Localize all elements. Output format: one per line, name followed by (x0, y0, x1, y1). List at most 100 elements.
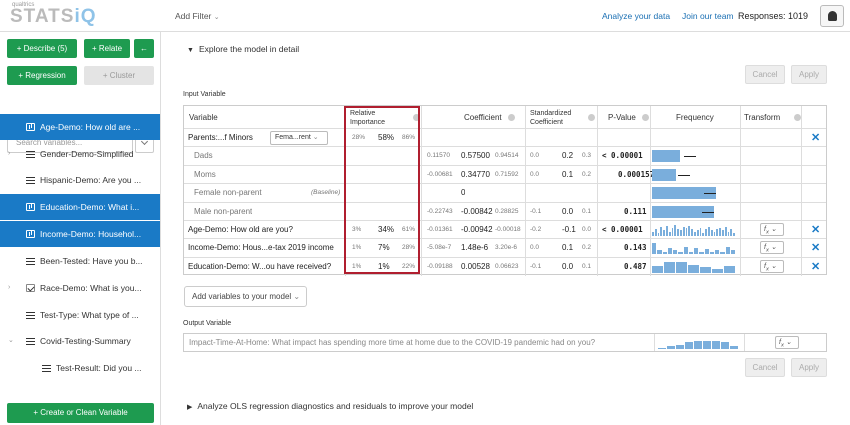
frequency-histogram-bar (678, 252, 683, 254)
frequency-histogram-bar (667, 248, 672, 254)
frequency-histogram-bar (652, 266, 663, 273)
column-header-transform: Transform (744, 113, 781, 122)
category-select-dropdown[interactable]: Fema...rent ⌄ (270, 131, 328, 145)
frequency-histogram-bar (708, 227, 710, 236)
p-value: < 0.00001 (602, 151, 643, 160)
p-value: 0.143 (624, 243, 647, 252)
cluster-button-label: Cluster (109, 71, 136, 80)
frequency-histogram-bar (652, 243, 657, 254)
column-header-variable: Variable (189, 113, 218, 122)
std-coefficient-value: 0.0 (562, 207, 574, 216)
table-row: Income-Demo: Hous...e-tax 2019 income 1% 7… (184, 238, 826, 256)
list-icon (26, 257, 35, 265)
diagnostics-toggle[interactable]: ▶ Analyze OLS regression diagnostics and … (187, 401, 473, 411)
p-value: 0.487 (624, 262, 647, 271)
sidebar-variable-item[interactable]: › Race-Demo: What is you... (0, 275, 160, 301)
table-row: Moms -0.00681 0.34770 0.71592 0.0 0.1 0.2 0.000… (184, 165, 826, 183)
row-variable-name: Male non-parent (194, 207, 253, 216)
sidebar-variable-item[interactable]: Hispanic-Demo: Are you ... (0, 167, 160, 193)
transform-fx-dropdown[interactable]: fx ⌄ (775, 336, 799, 349)
std-coefficient-upper-bound: 0.2 (582, 244, 592, 251)
frequency-histogram-bar (705, 229, 707, 236)
analyze-your-data-link[interactable]: Analyze your data (602, 11, 670, 21)
sidebar-variable-item[interactable]: › Gender-Demo-Simplified (0, 141, 160, 167)
cancel-button[interactable]: Cancel (745, 65, 785, 84)
column-divider (654, 334, 655, 351)
chevron-right-icon[interactable]: › (8, 141, 10, 167)
info-icon[interactable] (413, 114, 420, 121)
std-coefficient-lower-bound: 0.0 (530, 171, 540, 178)
sidebar-variable-item[interactable]: Test-Type: What type of ... (0, 302, 160, 328)
std-coefficient-lower-bound: 0.0 (530, 244, 540, 251)
frequency-histogram-bar (666, 226, 668, 236)
info-icon[interactable] (508, 114, 515, 121)
logo-iq: iQ (74, 6, 97, 27)
plus-icon: + (16, 44, 24, 53)
back-arrow-button[interactable]: ← (134, 39, 154, 58)
sidebar-variable-item[interactable]: ⌄ Covid-Testing-Summary (0, 328, 160, 354)
relate-button-label: Relate (98, 44, 123, 53)
std-coefficient-lower-bound: -0.1 (530, 263, 542, 270)
transform-fx-dropdown[interactable]: fx ⌄ (760, 241, 784, 254)
chevron-down-icon[interactable]: ⌄ (8, 328, 14, 354)
ri-upper-bound: 86% (402, 134, 416, 141)
apply-button[interactable]: Apply (791, 65, 827, 84)
row-variable-name: Moms (194, 170, 216, 179)
confidence-interval-marker (678, 175, 690, 176)
relative-importance-value: 7% (378, 243, 390, 252)
chevron-right-icon[interactable]: › (8, 275, 10, 301)
ri-lower-bound: 1% (352, 244, 362, 251)
checkbox-icon (26, 284, 35, 292)
remove-variable-icon[interactable]: ✕ (811, 258, 820, 275)
output-histogram-bar (658, 348, 666, 349)
list-icon (26, 176, 35, 184)
list-icon (26, 337, 35, 345)
ri-upper-bound: 22% (402, 263, 416, 270)
sidebar-variable-item[interactable]: Been-Tested: Have you b... (0, 248, 160, 274)
cancel-button-2[interactable]: Cancel (745, 358, 785, 377)
apply-button-2[interactable]: Apply (791, 358, 827, 377)
regression-button[interactable]: + Regression (7, 66, 77, 85)
add-variables-dropdown[interactable]: Add variables to your model ⌄ (184, 286, 307, 307)
row-variable-name: Parents:...f Minors (188, 133, 253, 142)
join-our-team-link[interactable]: Join our team (682, 11, 734, 21)
frequency-histogram-bar (699, 228, 702, 236)
output-histogram-bar (712, 341, 720, 349)
cluster-button[interactable]: + Cluster (84, 66, 154, 85)
frequency-histogram-bar (683, 247, 688, 254)
add-filter-dropdown[interactable]: Add Filter ⌄ (175, 11, 220, 21)
remove-variable-icon[interactable]: ✕ (811, 239, 820, 256)
remove-variable-icon[interactable]: ✕ (811, 221, 820, 238)
plus-icon: + (91, 44, 99, 53)
relate-button[interactable]: + Relate (84, 39, 130, 58)
plus-icon: + (102, 71, 110, 80)
transform-fx-dropdown[interactable]: fx ⌄ (760, 223, 784, 236)
frequency-histogram-bar (704, 249, 709, 254)
apple-user-icon[interactable] (820, 5, 844, 27)
info-icon[interactable] (642, 114, 649, 121)
table-row: Parents:...f Minors Fema...rent ⌄ 28% 58% 86… (184, 128, 826, 146)
remove-variable-icon[interactable]: ✕ (811, 129, 820, 146)
sidebar-variable-item[interactable]: Education-Demo: What i... (0, 194, 160, 220)
explore-model-toggle[interactable]: ▼ Explore the model in detail (187, 44, 299, 54)
sidebar-variable-item[interactable]: Age-Demo: How old are ... (0, 114, 160, 140)
statsiq-logo[interactable]: STATSiQ (10, 6, 97, 28)
sidebar-variable-item[interactable]: Income-Demo: Househol... (0, 221, 160, 247)
info-icon[interactable] (588, 114, 595, 121)
create-or-clean-variable-button[interactable]: + Create or Clean Variable (7, 403, 154, 423)
info-icon[interactable] (794, 114, 801, 121)
sidebar-variable-label: Race-Demo: What is you... (40, 283, 142, 293)
row-variable-name: Education-Demo: W...ou have received? (188, 262, 332, 271)
row-variable-name: Dads (194, 151, 213, 160)
describe-button[interactable]: + Describe (5) (7, 39, 77, 58)
sidebar-variable-label: Test-Type: What type of ... (40, 310, 139, 320)
relative-importance-label: Relative Importance (350, 110, 386, 126)
sidebar-variable-item[interactable]: Test-Result: Did you ... (0, 355, 160, 381)
coefficient-value: 0 (461, 188, 466, 197)
output-variable-label: Output Variable (183, 320, 232, 327)
sidebar-variable-label: Test-Result: Did you ... (56, 363, 142, 373)
coefficient-lower-bound: -5.08e-7 (427, 244, 452, 251)
transform-fx-dropdown[interactable]: fx ⌄ (760, 260, 784, 273)
row-variable-name: Income-Demo: Hous...e-tax 2019 income (188, 243, 334, 252)
coefficient-lower-bound: -0.01361 (427, 226, 453, 233)
